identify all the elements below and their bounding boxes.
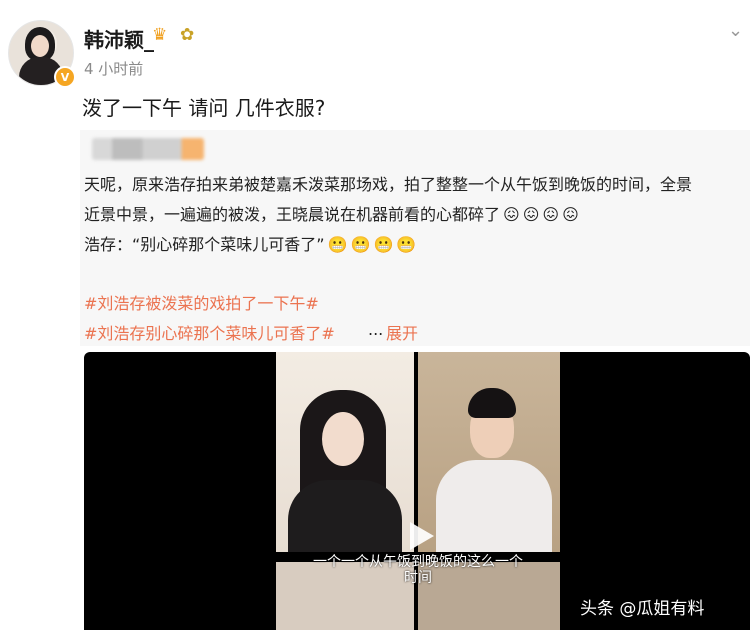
worried-face-icon: 😖 [522, 205, 540, 224]
person-shirt [288, 480, 402, 552]
chevron-down-icon[interactable]: ⌄ [728, 20, 743, 41]
quote-line-3: 浩存：“别心碎那个菜味儿可香了” 😬 😬 😬 😬 [84, 231, 416, 255]
post-text: 泼了一下午 请问 几件衣服? [82, 96, 326, 120]
flower-icon: ✿ [180, 25, 195, 45]
hashtag-link[interactable]: #刘浩存别心碎那个菜味儿可香了# [84, 320, 335, 344]
video-player[interactable]: 一个一个从午饭到晚饭的这么一个 时间 头条 @瓜姐有料 [84, 352, 750, 630]
video-frame-right [418, 352, 560, 552]
ellipsis: ... [368, 320, 384, 339]
person-shirt [436, 460, 552, 552]
watermark: 头条 @瓜姐有料 [580, 599, 705, 619]
quote-line-3-text: 浩存：“别心碎那个菜味儿可香了” [84, 235, 325, 254]
blurred-username [92, 138, 204, 160]
grimace-face-icon: 😬 [350, 235, 371, 254]
author-name[interactable]: 韩沛颖_ [84, 24, 154, 53]
worried-face-icon: 😖 [503, 205, 520, 224]
verified-badge-icon: V [54, 66, 76, 88]
person-face [322, 412, 364, 466]
quote-line-1: 天呢，原来浩存拍来弟被楚嘉禾泼菜那场戏，拍了整整一个从午饭到晚饭的时间，全景 [84, 175, 693, 194]
quote-line-2: 近景中景，一遍遍的被泼，王晓晨说在机器前看的心都碎了 😖 😖 😖 😖 [84, 201, 579, 225]
subtitle-line: 一个一个从午饭到晚饭的这么一个 [313, 554, 523, 570]
video-frame-left [276, 352, 414, 552]
quote-line-2-text: 近景中景，一遍遍的被泼，王晓晨说在机器前看的心都碎了 [84, 205, 501, 224]
post-timestamp[interactable]: 4 小时前 [84, 58, 143, 79]
grimace-face-icon: 😬 [373, 235, 394, 254]
play-icon[interactable] [402, 518, 438, 554]
grimace-face-icon: 😬 [396, 235, 417, 254]
crown-icon: ♛ [152, 25, 168, 45]
grimace-face-icon: 😬 [327, 235, 348, 254]
expand-link[interactable]: 展开 [386, 320, 418, 344]
worried-face-icon: 😖 [562, 205, 579, 224]
person-hair [468, 388, 516, 418]
avatar-face [31, 35, 49, 57]
subtitle-line: 时间 [404, 570, 432, 586]
hashtag-link[interactable]: #刘浩存被泼菜的戏拍了一下午# [84, 290, 319, 314]
worried-face-icon: 😖 [542, 205, 560, 224]
video-subtitle: 一个一个从午饭到晚饭的这么一个 时间 [268, 554, 568, 586]
